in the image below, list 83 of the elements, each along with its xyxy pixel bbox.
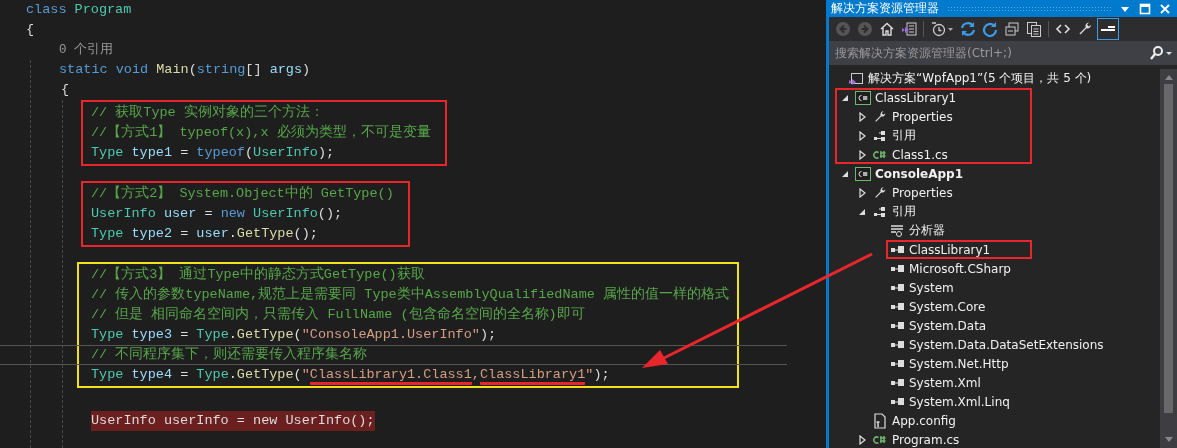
code-line: // 不同程序集下，则还需要传入程序集名称	[91, 345, 368, 364]
reference-count-link[interactable]: 0 个引用	[59, 43, 113, 57]
code-line: {	[26, 21, 35, 39]
show-all-files-icon[interactable]	[1026, 21, 1042, 37]
expanded-arrow-icon[interactable]	[858, 207, 866, 216]
tree-item[interactable]: ConsoleApp1	[875, 166, 964, 181]
wrench-icon	[873, 185, 887, 200]
code-line: //【方式3】 通过Type中的静态方式GetType()获取	[91, 265, 425, 284]
sync-icon[interactable]	[960, 21, 976, 37]
expanded-arrow-icon[interactable]	[841, 93, 849, 102]
references-icon	[873, 205, 887, 218]
assembly-icon	[890, 244, 904, 255]
code-line: static void Main(string[] args)	[59, 61, 311, 79]
code-line: {	[60, 81, 70, 99]
maximize-icon[interactable]	[1139, 2, 1151, 15]
code-line: //【方式1】 typeof(x),x 必须为类型，不可是变量	[91, 123, 431, 142]
code-line: Type type1 = typeof(UserInfo);	[91, 144, 335, 162]
code-line: Type type2 = user.GetType();	[91, 225, 318, 243]
scroll-up-icon[interactable]	[1163, 73, 1174, 81]
home-icon[interactable]	[879, 21, 895, 37]
code-line: // 获取Type 实例对象的三个方法：	[91, 103, 324, 122]
refresh-icon[interactable]	[982, 21, 998, 37]
config-file-icon	[873, 412, 887, 429]
tree-item[interactable]: System	[909, 280, 954, 295]
tree-item[interactable]: Properties	[892, 185, 953, 200]
assembly-icon	[890, 282, 904, 293]
tree-item[interactable]: 解决方案“WpfApp1”(5 个项目，共 5 个)	[868, 70, 1092, 87]
references-icon	[873, 129, 887, 142]
history-icon[interactable]	[930, 21, 954, 37]
solution-icon	[848, 70, 864, 87]
collapse-all-icon[interactable]	[1004, 21, 1020, 37]
assembly-icon	[890, 377, 904, 388]
code-line: class Program	[26, 1, 132, 19]
wrench-icon	[873, 109, 887, 124]
tree-item[interactable]: ClassLibrary1	[909, 242, 991, 257]
tree-item[interactable]: ClassLibrary1	[875, 90, 957, 105]
csharp-file-icon	[873, 434, 887, 445]
tree-item[interactable]: Class1.cs	[892, 147, 948, 162]
scrollbar[interactable]	[1160, 69, 1177, 448]
assembly-icon	[890, 358, 904, 369]
code-line: // 但是 相同命名空间内，只需传入 FullName (包含命名空间的全名称)即可	[91, 305, 585, 324]
properties-icon[interactable]	[1077, 21, 1093, 37]
tree-item[interactable]: Program.cs	[892, 432, 960, 447]
assembly-icon	[890, 263, 904, 274]
search-field[interactable]: 搜索解决方案资源管理器(Ctrl+;)	[835, 46, 1149, 60]
tree-item[interactable]: System.Core	[909, 299, 986, 314]
csharp-project-icon	[855, 166, 871, 181]
tree-item[interactable]: 分析器	[909, 222, 945, 239]
tree-item[interactable]: System.Xml.Linq	[909, 394, 1010, 409]
close-icon[interactable]	[1159, 2, 1171, 15]
code-line: //【方式2】 System.Object中的 GetType()	[91, 184, 394, 203]
collapsed-arrow-icon[interactable]	[858, 187, 866, 198]
collapsed-arrow-icon[interactable]	[858, 149, 866, 160]
panel-title: 解决方案资源管理器	[831, 0, 939, 17]
collapsed-arrow-icon[interactable]	[858, 130, 866, 141]
solution-icon[interactable]	[901, 21, 917, 37]
assembly-icon	[890, 396, 904, 407]
tree-item[interactable]: 引用	[892, 127, 916, 144]
collapsed-arrow-icon[interactable]	[858, 434, 866, 445]
preview-toggle-icon[interactable]	[1097, 18, 1119, 40]
scroll-down-icon[interactable]	[1163, 436, 1174, 444]
csharp-project-icon	[855, 90, 871, 105]
analyzer-icon	[890, 223, 904, 238]
collapsed-arrow-icon[interactable]	[858, 111, 866, 122]
search-box[interactable]: 搜索解决方案资源管理器(Ctrl+;)	[829, 41, 1177, 65]
code-line: // 传入的参数typeName,规范上是需要同 Type类中AssemblyQualifiedName 属性的值一样的格式	[91, 285, 729, 304]
tree-item[interactable]: System.Net.Http	[909, 356, 1009, 371]
expanded-arrow-icon[interactable]	[841, 169, 849, 178]
code-line: UserInfo user = new UserInfo();	[91, 205, 343, 223]
assembly-icon	[890, 339, 904, 350]
tree-item[interactable]: Properties	[892, 109, 953, 124]
csharp-file-icon	[873, 149, 887, 160]
assembly-icon	[890, 301, 904, 312]
tree-item[interactable]: Microsoft.CSharp	[909, 261, 1011, 276]
tree-item[interactable]: System.Xml	[909, 375, 981, 390]
code-line: Type type3 = Type.GetType("ConsoleApp1.UserInfo");	[91, 326, 497, 344]
tree-item[interactable]: System.Data	[909, 318, 987, 333]
tree-item[interactable]: App.config	[892, 413, 956, 428]
tree-item[interactable]: System.Data.DataSetExtensions	[909, 337, 1104, 352]
search-icon[interactable]	[1149, 46, 1173, 60]
code-line: Type type4 = Type.GetType("ClassLibrary1.Class1,ClassLibrary1");	[91, 365, 610, 385]
tree-item[interactable]: 引用	[892, 203, 916, 220]
assembly-icon	[890, 320, 904, 331]
